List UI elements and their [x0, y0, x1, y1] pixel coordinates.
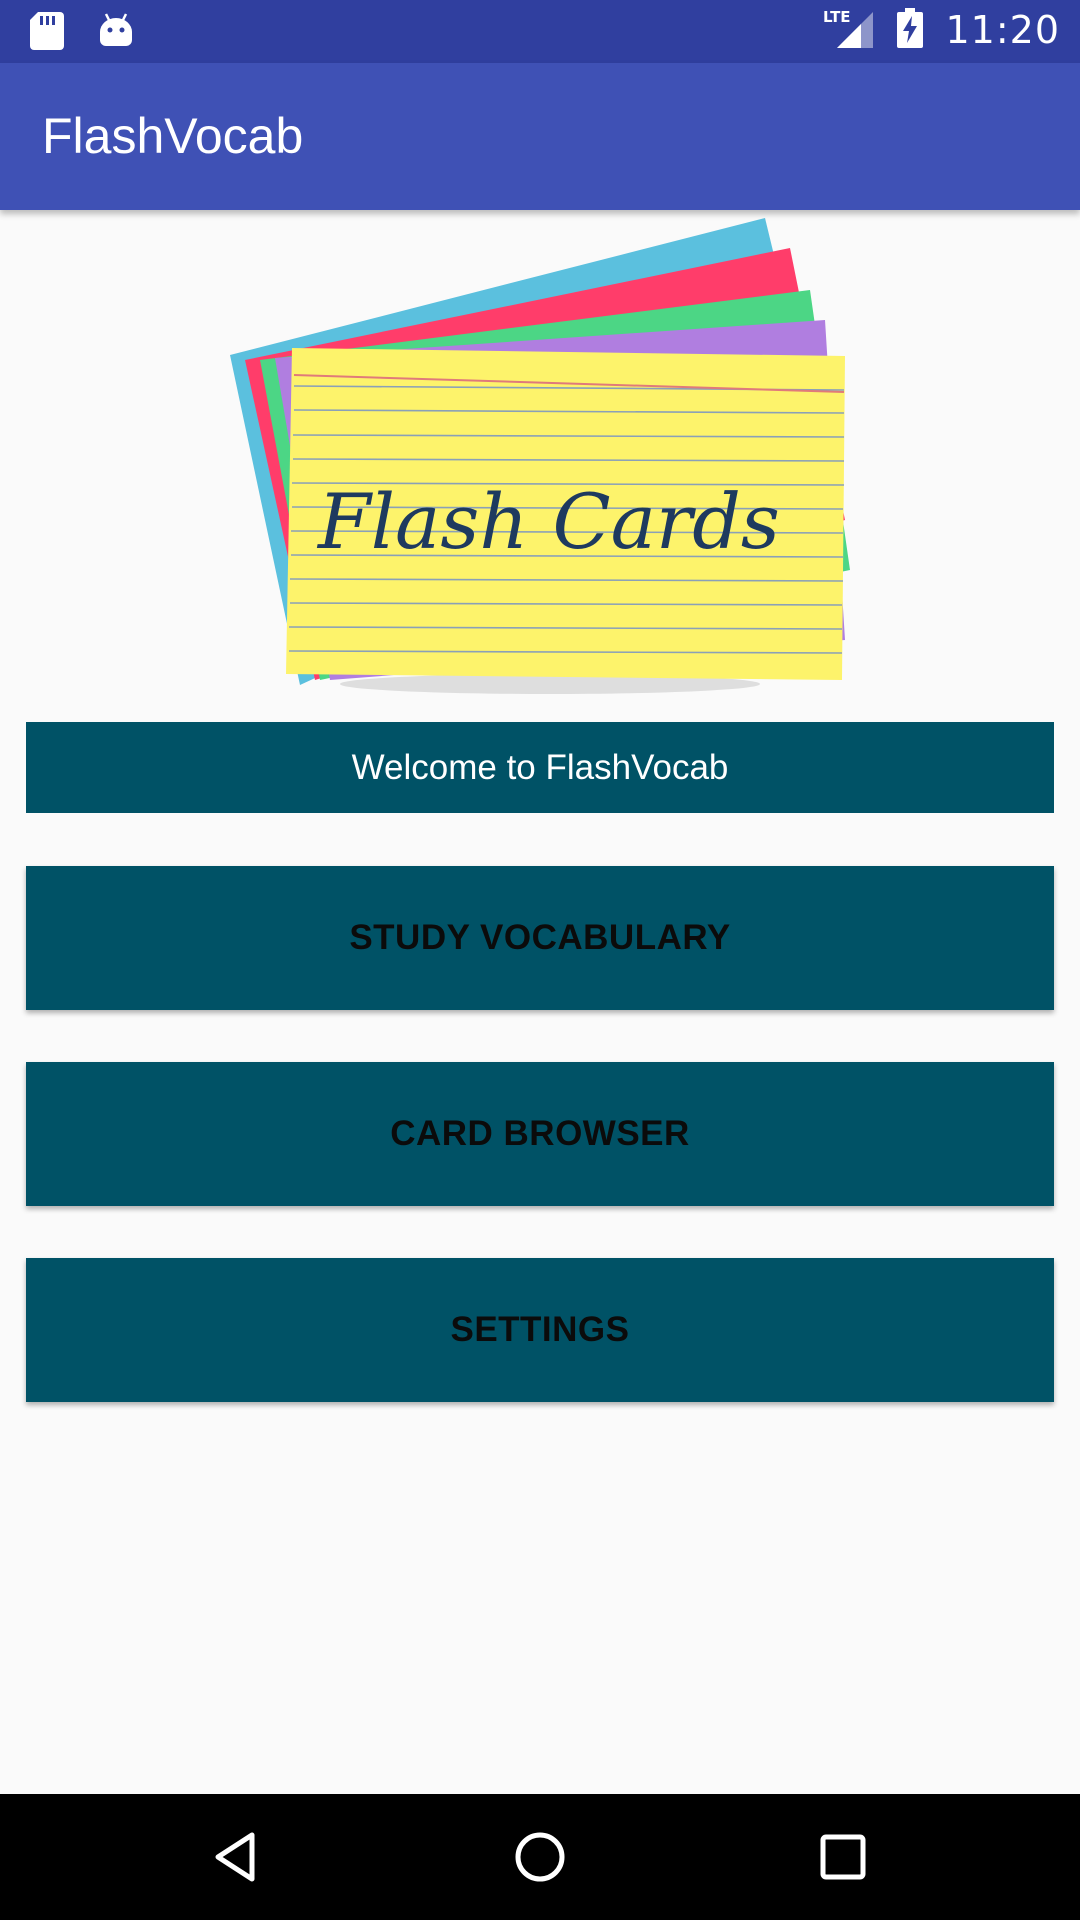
flash-cards-image: Flash Cards	[220, 210, 860, 700]
signal-icon: LTE	[823, 6, 875, 54]
study-vocabulary-button[interactable]: STUDY VOCABULARY	[26, 866, 1054, 1010]
status-time: 11:20	[945, 8, 1060, 52]
back-icon[interactable]	[206, 1827, 266, 1887]
svg-text:LTE: LTE	[823, 8, 851, 26]
welcome-banner: Welcome to FlashVocab	[26, 722, 1054, 813]
home-icon[interactable]	[510, 1827, 570, 1887]
card-browser-button[interactable]: CARD BROWSER	[26, 1062, 1054, 1206]
app-title: FlashVocab	[42, 108, 304, 164]
battery-charging-icon	[897, 8, 924, 52]
svg-text:Flash Cards: Flash Cards	[316, 477, 780, 566]
settings-button[interactable]: SETTINGS	[26, 1258, 1054, 1402]
navigation-bar	[0, 1794, 1080, 1920]
recents-icon[interactable]	[813, 1827, 873, 1887]
sd-card-icon	[30, 12, 64, 54]
app-bar: FlashVocab	[0, 63, 1080, 210]
status-bar: LTE 11:20	[0, 0, 1080, 63]
android-icon	[100, 12, 132, 54]
